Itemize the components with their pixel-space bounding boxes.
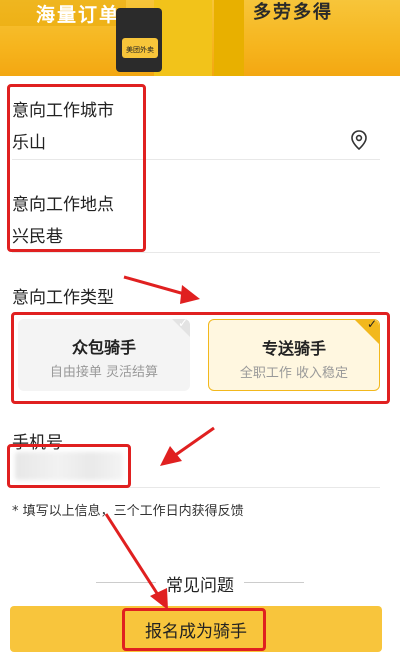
annotation-box-phone: [7, 444, 131, 488]
location-pin-icon[interactable]: [350, 130, 368, 150]
annotation-box-work-type: [11, 312, 390, 404]
top-banner: 海量订单 多劳多得 美团外卖: [0, 0, 400, 76]
arrow-head-phone: [160, 446, 182, 466]
work-type-label: 意向工作类型: [12, 288, 114, 308]
arrow-to-work-type: [123, 275, 189, 297]
location-divider: [12, 252, 380, 253]
faq-line-right: [244, 582, 304, 583]
annotation-box-submit: [122, 608, 266, 651]
faq-title[interactable]: 常见问题: [0, 571, 400, 596]
rider-badge-text: 美团外卖: [126, 45, 154, 54]
annotation-box-city-location: [7, 84, 146, 252]
banner-right-text: 多劳多得: [253, 2, 333, 23]
hint-text: * 填写以上信息，三个工作日内获得反馈: [12, 504, 244, 519]
arrow-head-work-type: [180, 285, 200, 304]
rider-illustration: 美团外卖: [116, 0, 244, 76]
arrow-to-phone: [173, 426, 215, 458]
